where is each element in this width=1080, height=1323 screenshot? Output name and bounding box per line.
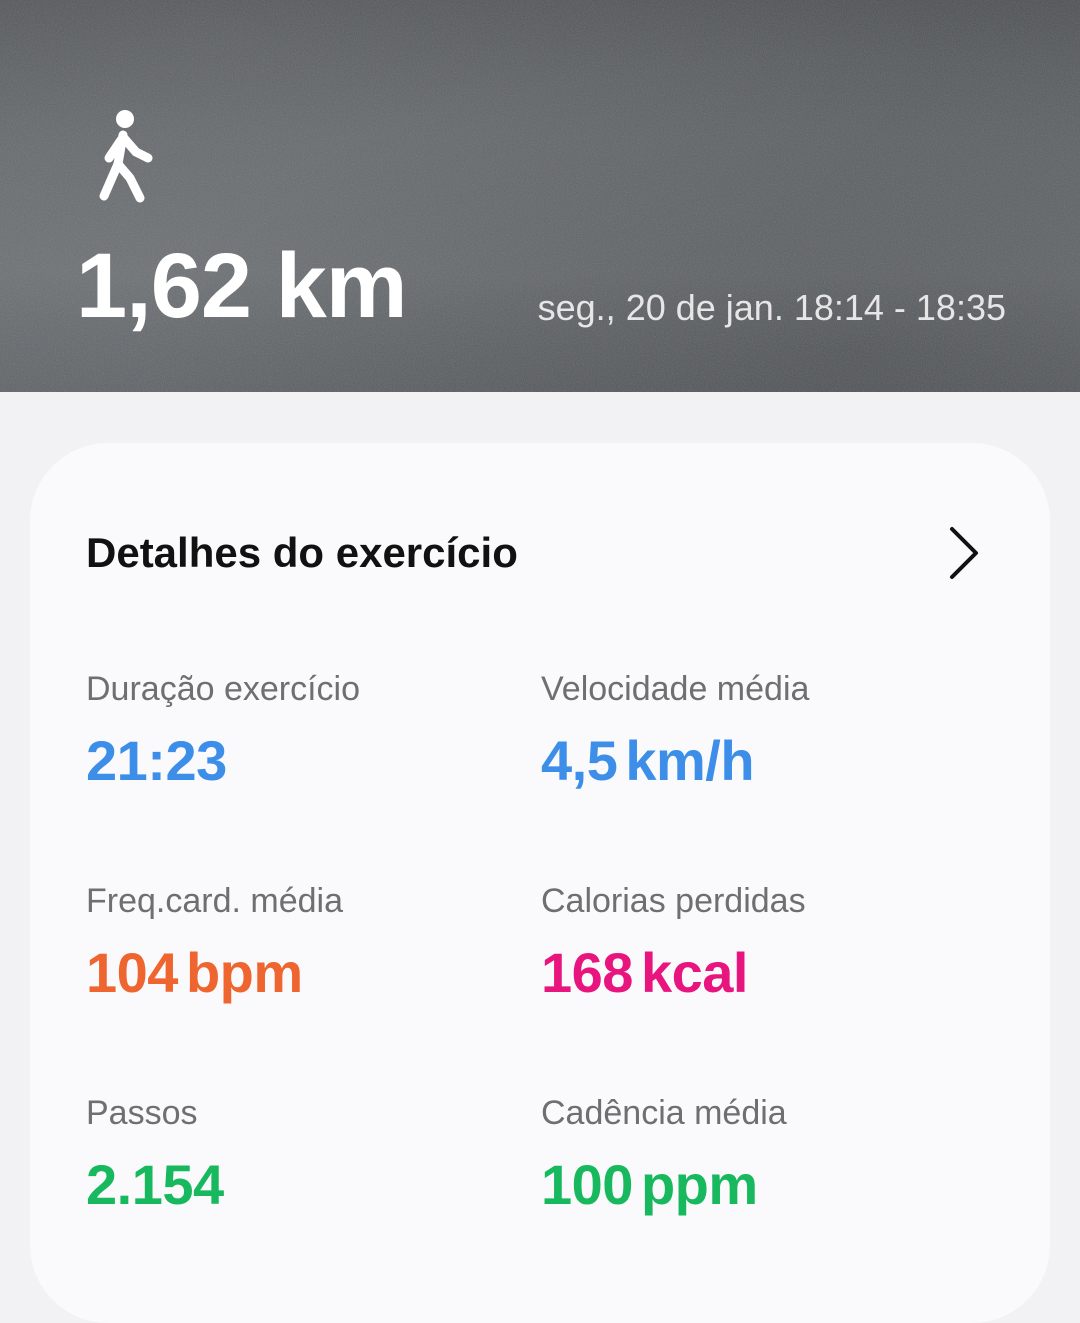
metric-unit: bpm — [185, 941, 303, 1004]
metric-number: 21:23 — [86, 729, 227, 792]
metric-value: 104 bpm — [86, 943, 526, 1003]
metric-avg-cadence: Cadência média 100 ppm — [541, 1093, 981, 1215]
activity-header: 1,62 km seg., 20 de jan. 18:14 - 18:35 — [0, 0, 1080, 392]
metric-value: 21:23 — [86, 731, 526, 791]
metric-duration: Duração exercício 21:23 — [86, 669, 526, 791]
metric-label: Duração exercício — [86, 670, 361, 708]
metric-value: 4,5 km/h — [541, 731, 981, 791]
metric-number: 2.154 — [86, 1153, 224, 1216]
metric-unit: km/h — [625, 729, 755, 792]
metric-value: 168 kcal — [541, 943, 981, 1003]
metric-avg-heart-rate: Freq.card. média 104 bpm — [86, 881, 526, 1003]
metric-label: Passos — [86, 1094, 198, 1132]
metric-number: 4,5 — [541, 729, 618, 792]
metric-number: 168 — [541, 941, 633, 1004]
workout-date-range: seg., 20 de jan. 18:14 - 18:35 — [537, 287, 1006, 328]
metric-value: 2.154 — [86, 1155, 526, 1215]
distance-value: 1,62 km — [76, 235, 408, 337]
walking-person-icon — [99, 110, 153, 203]
metric-label: Cadência média — [541, 1094, 787, 1132]
metric-unit: ppm — [640, 1153, 758, 1216]
metric-avg-speed: Velocidade média 4,5 km/h — [541, 669, 981, 791]
metric-label: Freq.card. média — [86, 882, 343, 920]
card-title: Detalhes do exercício — [86, 529, 518, 576]
metric-steps: Passos 2.154 — [86, 1093, 526, 1215]
chevron-right-icon[interactable] — [944, 523, 984, 583]
metric-unit: kcal — [640, 941, 749, 1004]
metric-number: 100 — [541, 1153, 633, 1216]
metric-number: 104 — [86, 941, 178, 1004]
metric-calories: Calorias perdidas 168 kcal — [541, 881, 981, 1003]
metric-label: Calorias perdidas — [541, 882, 806, 920]
exercise-details-card[interactable]: Detalhes do exercício Duração exercício … — [30, 443, 1050, 1323]
metric-value: 100 ppm — [541, 1155, 981, 1215]
metric-label: Velocidade média — [541, 670, 810, 708]
